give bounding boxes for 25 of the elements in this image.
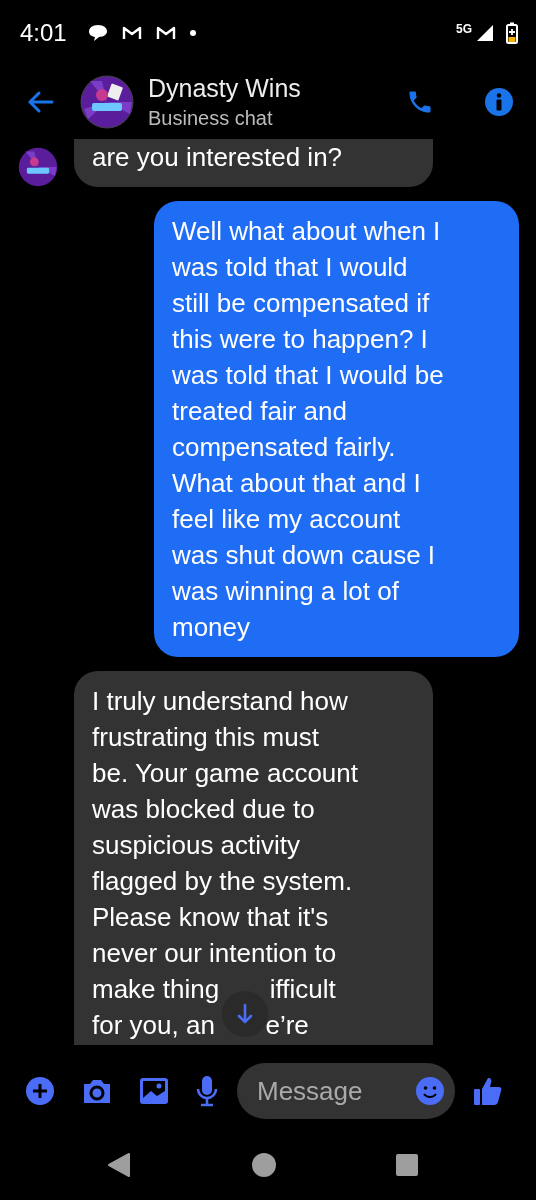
thumbs-up-icon[interactable]	[473, 1076, 503, 1106]
microphone-icon[interactable]	[195, 1075, 219, 1107]
avatar[interactable]	[80, 75, 134, 129]
network-label: 5G	[456, 22, 472, 36]
image-icon[interactable]	[139, 1077, 169, 1105]
back-nav-icon[interactable]	[107, 1152, 131, 1178]
back-arrow-icon[interactable]	[26, 90, 54, 114]
info-icon[interactable]	[484, 87, 514, 117]
status-time: 4:01	[20, 18, 67, 47]
message-bubble: Well what about when I was told that I would still be compensated if this were to happen? I was told that I would be treated fair and compensated fairly. What about that and I feel like my account was shut down cause I was winning a lot of money	[154, 201, 519, 657]
message-bubble: are you interested in?	[74, 139, 433, 187]
home-nav-icon[interactable]	[251, 1153, 276, 1177]
message-bar[interactable]: Message	[237, 1063, 455, 1119]
emoji-icon[interactable]	[415, 1076, 445, 1106]
contact-subtitle: Business chat	[148, 107, 274, 130]
scroll-down-button[interactable]	[222, 991, 268, 1037]
plus-icon[interactable]	[25, 1076, 55, 1106]
battery-icon	[506, 21, 518, 44]
chat-bubble-icon	[86, 22, 109, 43]
message-bubble: I truly understand how frustrating this must be. Your game account was blocked due to suspicious activity flagged by the system. Please know that it's never our intention to make thing ifficult for you, an e’re	[74, 671, 433, 1045]
contact-name: Dynasty Wins	[148, 74, 302, 103]
signal-icon	[476, 23, 494, 42]
camera-icon[interactable]	[81, 1077, 113, 1105]
message-field[interactable]: Message	[255, 1074, 415, 1108]
dot-icon	[188, 28, 197, 37]
